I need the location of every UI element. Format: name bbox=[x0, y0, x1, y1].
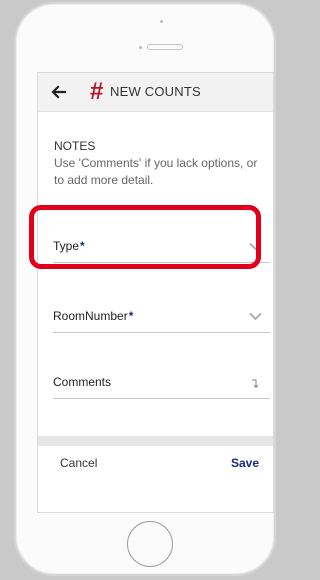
comments-label: Comments bbox=[53, 375, 112, 389]
hash-icon: # bbox=[90, 78, 104, 105]
camera-icon bbox=[160, 20, 163, 23]
required-marker: * bbox=[128, 309, 134, 323]
home-button[interactable] bbox=[127, 521, 173, 567]
cancel-button[interactable]: Cancel bbox=[60, 456, 97, 470]
app-screen: # NEW COUNTS NOTES Use 'Comments' if you… bbox=[37, 72, 274, 513]
footer-divider bbox=[38, 436, 273, 446]
type-field-highlight bbox=[29, 205, 261, 269]
save-button[interactable]: Save bbox=[231, 456, 259, 470]
page-title: NEW COUNTS bbox=[110, 84, 201, 99]
action-bar: Cancel Save bbox=[38, 446, 273, 512]
speaker-icon bbox=[147, 44, 183, 50]
notes-text: Use 'Comments' if you lack options, or t… bbox=[54, 156, 258, 187]
arrow-left-icon[interactable] bbox=[51, 84, 67, 100]
sensor-icon bbox=[139, 46, 142, 49]
notes-heading: NOTES bbox=[54, 139, 96, 153]
app-header: # NEW COUNTS bbox=[38, 73, 273, 112]
roomnumber-label: RoomNumber* bbox=[53, 309, 134, 323]
chevron-down-icon[interactable] bbox=[249, 312, 262, 321]
roomnumber-field[interactable]: RoomNumber* bbox=[53, 305, 270, 333]
comments-field[interactable]: Comments bbox=[53, 371, 270, 399]
enter-icon bbox=[252, 379, 259, 389]
